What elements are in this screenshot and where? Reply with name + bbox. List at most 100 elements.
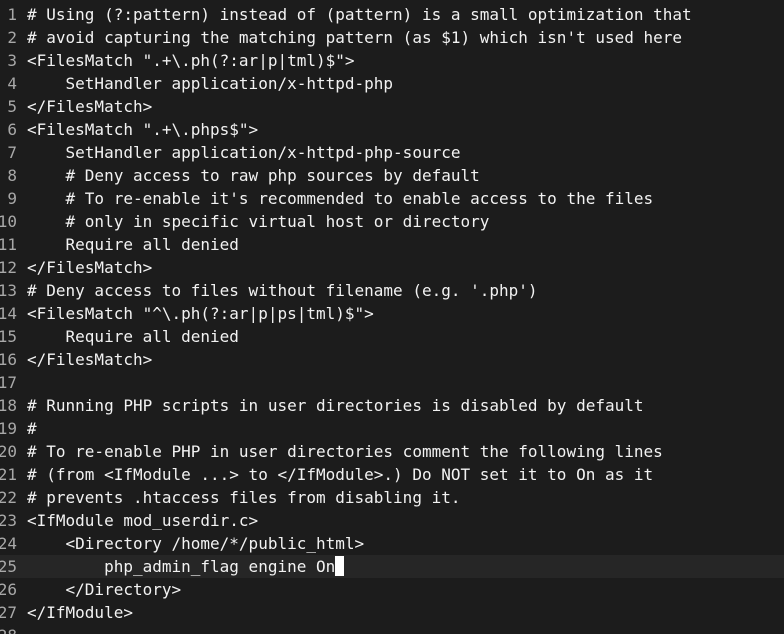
line-number: 13 bbox=[0, 279, 17, 302]
line-code-text: SetHandler application/x-httpd-php-sourc… bbox=[27, 143, 461, 162]
line-code[interactable]: <FilesMatch "^\.ph(?:ar|p|ps|tml)$"> bbox=[17, 302, 374, 325]
line-code-text: # only in specific virtual host or direc… bbox=[27, 212, 490, 231]
editor-line[interactable]: 21 # (from <IfModule ...> to </IfModule>.… bbox=[0, 463, 784, 486]
line-number: 24 bbox=[0, 532, 17, 555]
editor-line[interactable]: 26 </Directory> bbox=[0, 578, 784, 601]
editor-line[interactable]: 13 # Deny access to files without filenam… bbox=[0, 279, 784, 302]
editor-line[interactable]: 14 <FilesMatch "^\.ph(?:ar|p|ps|tml)$"> bbox=[0, 302, 784, 325]
line-code[interactable]: </Directory> bbox=[17, 578, 182, 601]
editor-line[interactable]: 22 # prevents .htaccess files from disabl… bbox=[0, 486, 784, 509]
line-code-text: Require all denied bbox=[27, 327, 239, 346]
editor-line[interactable]: 20 # To re-enable PHP in user directories… bbox=[0, 440, 784, 463]
editor-line[interactable]: 27 </IfModule> bbox=[0, 601, 784, 624]
editor-line[interactable]: 11 Require all denied bbox=[0, 233, 784, 256]
line-code[interactable]: # bbox=[17, 417, 37, 440]
line-code[interactable] bbox=[17, 371, 27, 394]
editor-line[interactable]: 15 Require all denied bbox=[0, 325, 784, 348]
editor-line[interactable]: 8 # Deny access to raw php sources by de… bbox=[0, 164, 784, 187]
editor-line[interactable]: 12 </FilesMatch> bbox=[0, 256, 784, 279]
line-code[interactable]: <IfModule mod_userdir.c> bbox=[17, 509, 258, 532]
line-number-text: 2 bbox=[7, 28, 17, 47]
line-code[interactable]: # (from <IfModule ...> to </IfModule>.) … bbox=[17, 463, 653, 486]
editor-line[interactable]: 3 <FilesMatch ".+\.ph(?:ar|p|tml)$"> bbox=[0, 49, 784, 72]
line-code[interactable]: # Deny access to files without filename … bbox=[17, 279, 538, 302]
line-code[interactable]: SetHandler application/x-httpd-php bbox=[17, 72, 394, 95]
line-number-text: 25 bbox=[0, 557, 17, 576]
line-number: 23 bbox=[0, 509, 17, 532]
line-code-text: SetHandler application/x-httpd-php bbox=[27, 74, 394, 93]
line-number-text: 6 bbox=[7, 120, 17, 139]
line-code-text: </Directory> bbox=[27, 580, 182, 599]
line-number-text: 11 bbox=[0, 235, 17, 254]
line-code[interactable]: # Deny access to raw php sources by defa… bbox=[17, 164, 480, 187]
line-code-text: </FilesMatch> bbox=[27, 350, 153, 369]
line-number: 27 bbox=[0, 601, 17, 624]
editor-lines[interactable]: 1 # Using (?:pattern) instead of (pattern… bbox=[0, 3, 784, 634]
line-code[interactable]: # To re-enable PHP in user directories c… bbox=[17, 440, 663, 463]
line-code-text: php_admin_flag engine On bbox=[27, 557, 336, 576]
editor-line[interactable]: 28 bbox=[0, 624, 784, 634]
line-code[interactable]: </FilesMatch> bbox=[17, 256, 152, 279]
editor-line[interactable]: 25 php_admin_flag engine On bbox=[0, 555, 784, 578]
editor-line[interactable]: 9 # To re-enable it's recommended to ena… bbox=[0, 187, 784, 210]
editor-line[interactable]: 10 # only in specific virtual host or di… bbox=[0, 210, 784, 233]
editor-line[interactable]: 6 <FilesMatch ".+\.phps$"> bbox=[0, 118, 784, 141]
line-code[interactable]: Require all denied bbox=[17, 233, 239, 256]
line-number: 22 bbox=[0, 486, 17, 509]
line-number: 10 bbox=[0, 210, 17, 233]
line-code[interactable]: SetHandler application/x-httpd-php-sourc… bbox=[17, 141, 461, 164]
line-code[interactable]: <FilesMatch ".+\.ph(?:ar|p|tml)$"> bbox=[17, 49, 355, 72]
line-code-text: # Running PHP scripts in user directorie… bbox=[27, 396, 644, 415]
editor-line[interactable]: 23 <IfModule mod_userdir.c> bbox=[0, 509, 784, 532]
line-number: 21 bbox=[0, 463, 17, 486]
editor-line[interactable]: 17 bbox=[0, 371, 784, 394]
line-number-text: 13 bbox=[0, 281, 17, 300]
line-number-text: 20 bbox=[0, 442, 17, 461]
line-code[interactable]: <Directory /home/*/public_html> bbox=[17, 532, 365, 555]
line-code[interactable]: </FilesMatch> bbox=[17, 95, 152, 118]
line-code[interactable]: Require all denied bbox=[17, 325, 239, 348]
line-number-text: 14 bbox=[0, 304, 17, 323]
editor-line[interactable]: 24 <Directory /home/*/public_html> bbox=[0, 532, 784, 555]
editor-line[interactable]: 4 SetHandler application/x-httpd-php bbox=[0, 72, 784, 95]
line-code[interactable] bbox=[17, 624, 27, 634]
line-number-text: 27 bbox=[0, 603, 17, 622]
line-code[interactable]: # To re-enable it's recommended to enabl… bbox=[17, 187, 654, 210]
editor-line[interactable]: 2 # avoid capturing the matching pattern … bbox=[0, 26, 784, 49]
editor-line[interactable]: 18 # Running PHP scripts in user director… bbox=[0, 394, 784, 417]
line-code[interactable]: # Running PHP scripts in user directorie… bbox=[17, 394, 644, 417]
line-code[interactable]: # Using (?:pattern) instead of (pattern)… bbox=[17, 3, 692, 26]
line-number-text: 18 bbox=[0, 396, 17, 415]
text-cursor bbox=[335, 556, 345, 576]
editor-line[interactable]: 1 # Using (?:pattern) instead of (pattern… bbox=[0, 3, 784, 26]
line-code[interactable]: # only in specific virtual host or direc… bbox=[17, 210, 490, 233]
line-number: 15 bbox=[0, 325, 17, 348]
line-number: 7 bbox=[0, 141, 17, 164]
line-number: 28 bbox=[0, 624, 17, 634]
editor-line[interactable]: 16 </FilesMatch> bbox=[0, 348, 784, 371]
editor-line[interactable]: 5 </FilesMatch> bbox=[0, 95, 784, 118]
line-number-text: 26 bbox=[0, 580, 17, 599]
line-number-text: 1 bbox=[7, 5, 17, 24]
line-number: 5 bbox=[0, 95, 17, 118]
line-number-text: 22 bbox=[0, 488, 17, 507]
line-code-text: # Deny access to raw php sources by defa… bbox=[27, 166, 480, 185]
code-editor[interactable]: 1 # Using (?:pattern) instead of (pattern… bbox=[0, 0, 784, 634]
line-code[interactable]: </FilesMatch> bbox=[17, 348, 152, 371]
editor-line[interactable]: 7 SetHandler application/x-httpd-php-sou… bbox=[0, 141, 784, 164]
line-code-text: <FilesMatch ".+\.phps$"> bbox=[27, 120, 259, 139]
line-number-text: 9 bbox=[7, 189, 17, 208]
line-number-text: 19 bbox=[0, 419, 17, 438]
line-code[interactable]: </IfModule> bbox=[17, 601, 133, 624]
line-number: 11 bbox=[0, 233, 17, 256]
editor-line[interactable]: 19 # bbox=[0, 417, 784, 440]
line-number-text: 21 bbox=[0, 465, 17, 484]
line-code[interactable]: # prevents .htaccess files from disablin… bbox=[17, 486, 460, 509]
line-code[interactable]: <FilesMatch ".+\.phps$"> bbox=[17, 118, 258, 141]
line-code[interactable]: # avoid capturing the matching pattern (… bbox=[17, 26, 682, 49]
line-number: 19 bbox=[0, 417, 17, 440]
line-number-text: 24 bbox=[0, 534, 17, 553]
line-number-text: 3 bbox=[7, 51, 17, 70]
line-code[interactable]: php_admin_flag engine On bbox=[17, 555, 345, 578]
line-code-text: </FilesMatch> bbox=[27, 97, 153, 116]
